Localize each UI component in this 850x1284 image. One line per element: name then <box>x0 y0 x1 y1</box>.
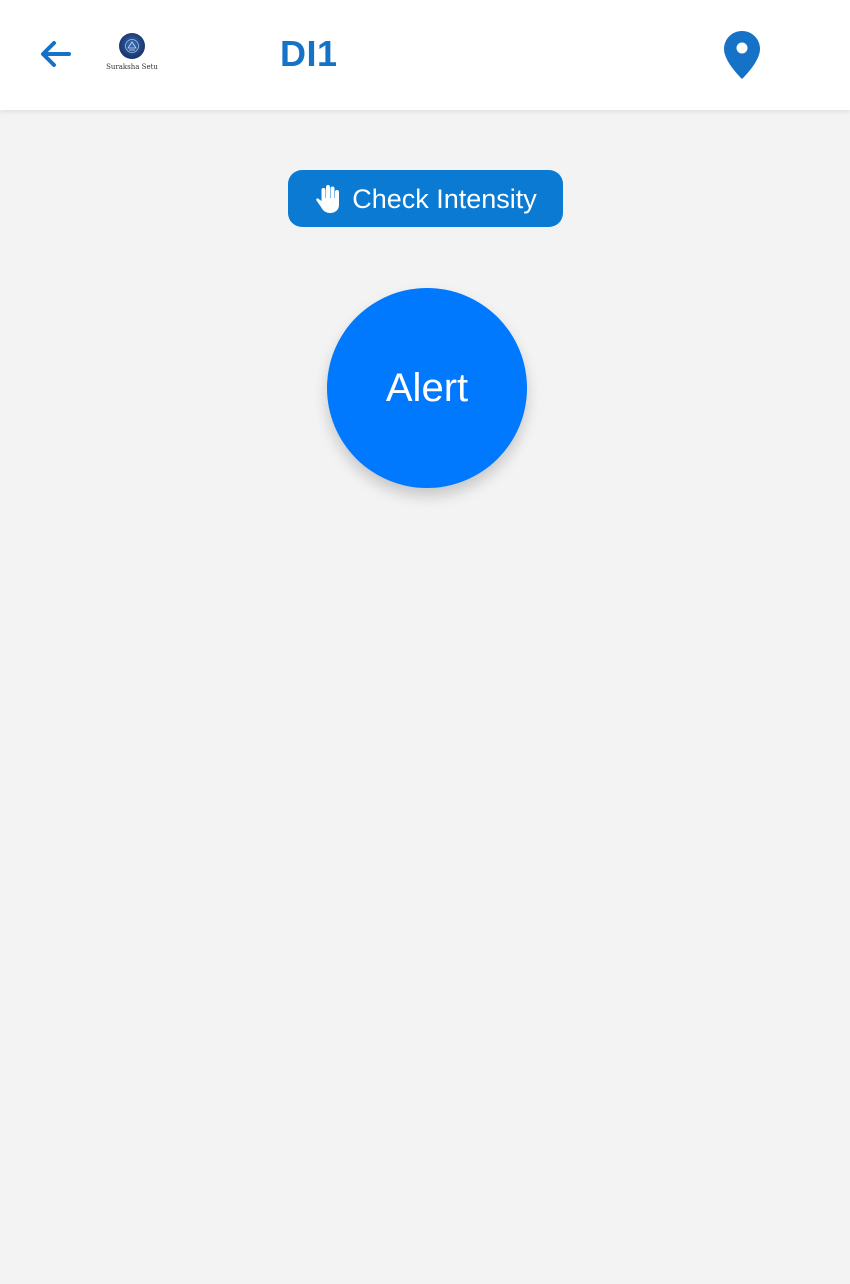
arrow-left-icon <box>41 41 71 67</box>
emblem-icon <box>119 33 145 59</box>
page-title: DI1 <box>280 33 338 74</box>
check-intensity-button[interactable]: Check Intensity <box>288 170 563 227</box>
logo-text: Suraksha Setu <box>106 63 158 71</box>
location-button[interactable] <box>719 28 765 82</box>
check-intensity-label: Check Intensity <box>352 183 537 214</box>
app-logo: Suraksha Setu <box>104 30 160 78</box>
map-pin-icon <box>724 31 760 79</box>
back-button[interactable] <box>34 34 78 74</box>
alert-button[interactable]: Alert <box>327 288 527 488</box>
hand-stop-icon <box>314 184 344 214</box>
app-header: Suraksha Setu DI1 <box>0 0 850 110</box>
